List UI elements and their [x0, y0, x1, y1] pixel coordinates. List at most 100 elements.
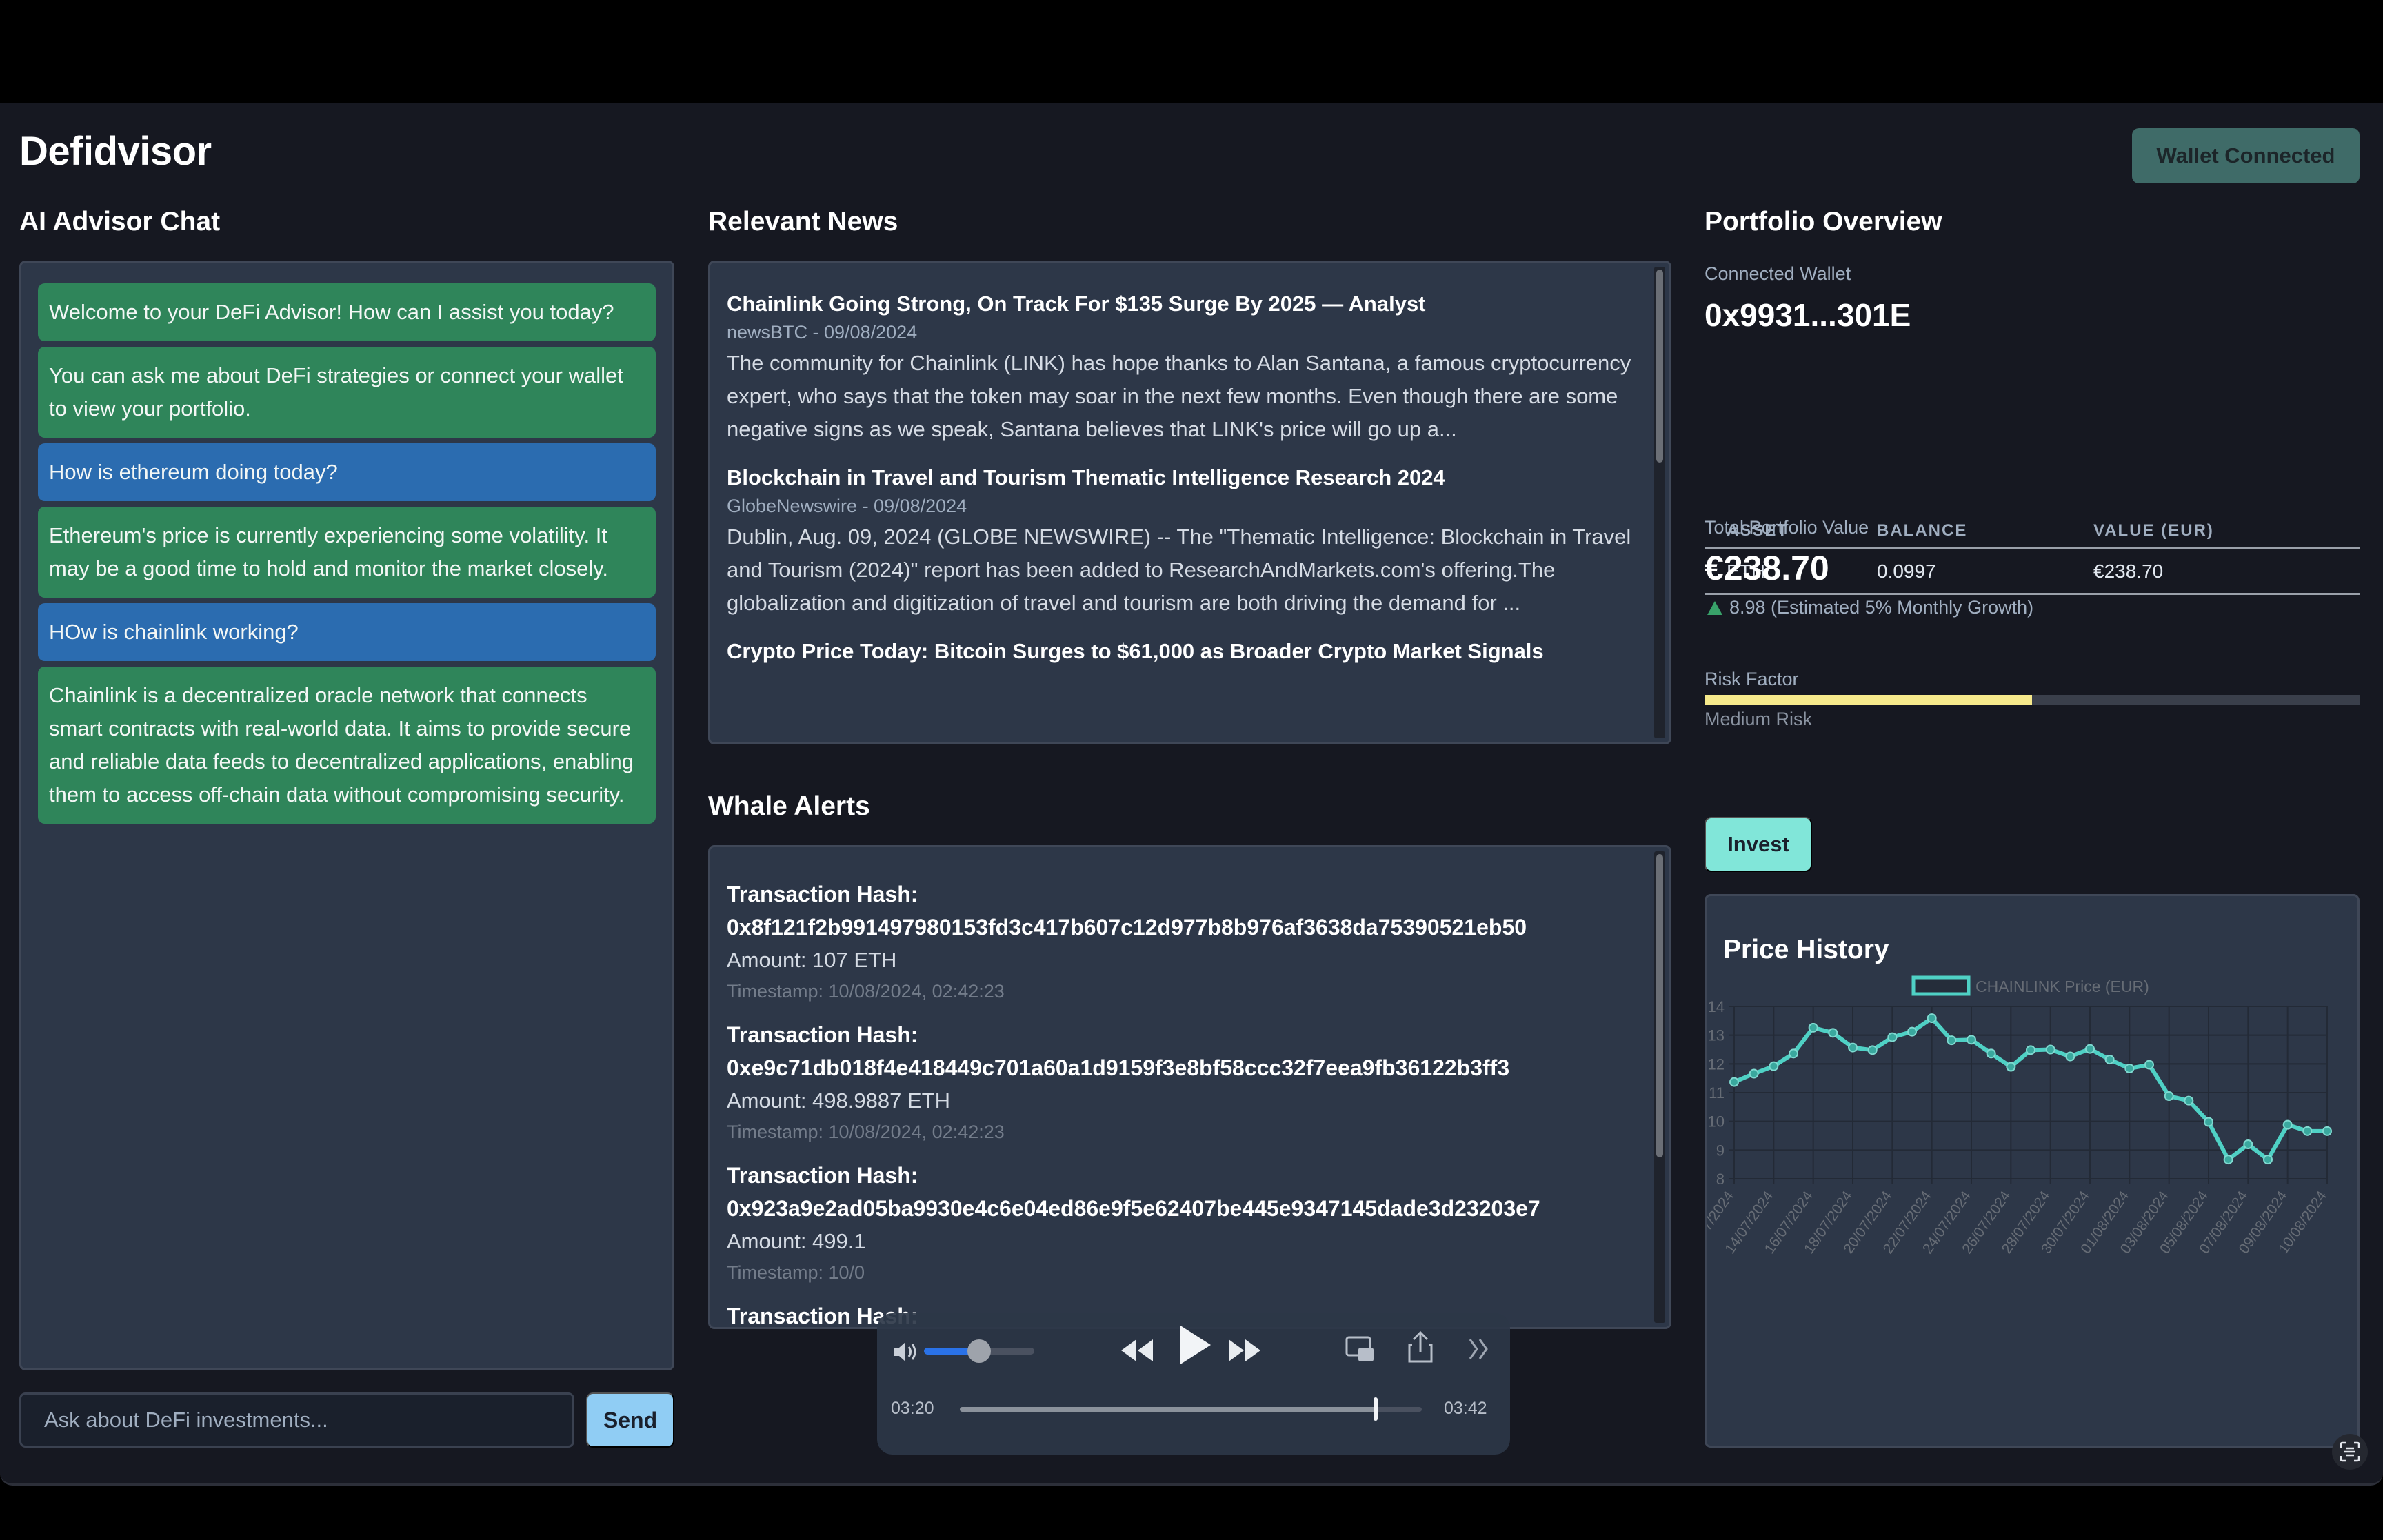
chat-input-placeholder: Ask about DeFi investments...: [44, 1408, 328, 1432]
transaction-amount: Amount: 107 ETH: [727, 948, 897, 972]
total-value: €238.70: [1705, 549, 1829, 587]
legend-label: CHAINLINK Price (EUR): [1975, 977, 2149, 995]
news-scrollbar[interactable]: [1654, 267, 1665, 738]
elapsed-time: 03:20: [891, 1399, 934, 1418]
volume-slider[interactable]: [924, 1339, 1034, 1363]
y-tick-label: 8: [1716, 1171, 1725, 1188]
price-history-chart: 89101112131412/07/202414/07/202416/07/20…: [1707, 975, 2332, 1257]
y-tick-label: 13: [1708, 1027, 1725, 1044]
news-meta: GlobeNewswire - 09/08/2024: [727, 496, 967, 516]
transaction-hash: 0x8f121f2b991497980153fd3c417b607c12d977…: [727, 915, 1527, 940]
wallet-label: Connected Wallet: [1705, 263, 1851, 284]
screen-capture-button[interactable]: [2332, 1434, 2368, 1470]
seek-bar[interactable]: [960, 1397, 1422, 1421]
chart-title: Price History: [1723, 935, 1889, 964]
y-tick-label: 10: [1708, 1113, 1725, 1131]
app-window: Defidvisor Wallet Connected AI Advisor C…: [0, 103, 2383, 1486]
wallet-connected-button[interactable]: Wallet Connected: [2132, 128, 2360, 183]
risk-label: Risk Factor: [1705, 669, 1799, 689]
whale-alert-item: Transaction Hash: 0x923a9e2ad05ba9930e4c6…: [727, 1159, 1653, 1287]
price-point: [1907, 1026, 1917, 1037]
remaining-time: 03:42: [1444, 1399, 1487, 1418]
price-point: [2144, 1060, 2154, 1070]
news-title: Crypto Price Today: Bitcoin Surges to $6…: [727, 639, 1544, 663]
rewind-icon[interactable]: [1118, 1335, 1156, 1369]
news-title: Chainlink Going Strong, On Track For $13…: [727, 292, 1426, 316]
whale-scrollbar[interactable]: [1654, 851, 1665, 1323]
more-controls-icon[interactable]: [1467, 1337, 1491, 1365]
price-point: [1808, 1022, 1818, 1033]
price-point: [2006, 1062, 2016, 1072]
cell-balance: 0.0997: [1877, 560, 1936, 582]
price-point: [1867, 1045, 1878, 1055]
transaction-timestamp: Timestamp: 10/08/2024, 02:42:23: [727, 1122, 1005, 1142]
volume-icon[interactable]: [891, 1338, 918, 1369]
total-value-label: Total Portfolio Value: [1705, 517, 1869, 538]
price-point: [1769, 1061, 1779, 1071]
whale-alerts-list[interactable]: Transaction Hash: 0x8f121f2b991497980153f…: [708, 845, 1671, 1329]
whale-heading: Whale Alerts: [708, 791, 870, 821]
news-meta: newsBTC - 09/08/2024: [727, 322, 918, 343]
chat-input[interactable]: Ask about DeFi investments...: [19, 1392, 574, 1448]
price-point: [2065, 1051, 2075, 1062]
price-point: [1986, 1048, 1996, 1059]
y-tick-label: 11: [1709, 1084, 1725, 1102]
news-heading: Relevant News: [708, 207, 898, 236]
price-point: [1887, 1032, 1898, 1042]
price-point: [1947, 1035, 1957, 1046]
invest-button[interactable]: Invest: [1705, 817, 1812, 872]
transaction-hash-label: Transaction Hash:: [727, 882, 918, 906]
whale-alert-item: Transaction Hash: 0x8f121f2b991497980153f…: [727, 878, 1653, 1006]
cell-value: €238.70: [2093, 560, 2164, 582]
price-point: [2085, 1044, 2095, 1054]
news-item[interactable]: Chainlink Going Strong, On Track For $13…: [727, 290, 1653, 446]
header-value: VALUE (EUR): [2093, 520, 2214, 540]
price-point: [2124, 1064, 2135, 1073]
y-tick-label: 14: [1708, 998, 1725, 1015]
price-point: [2302, 1126, 2313, 1136]
transaction-hash-label: Transaction Hash:: [727, 1163, 918, 1188]
advisor-message: Chainlink is a decentralized oracle netw…: [38, 667, 656, 824]
price-point: [2223, 1155, 2233, 1165]
news-item[interactable]: Crypto Price Today: Bitcoin Surges to $6…: [727, 638, 1653, 665]
seek-fill: [960, 1407, 1376, 1412]
news-title: Blockchain in Travel and Tourism Themati…: [727, 465, 1445, 489]
transaction-hash: 0x923a9e2ad05ba9930e4c6e04ed86e9f5e62407…: [727, 1196, 1540, 1221]
up-arrow-icon: [1707, 600, 1722, 615]
whale-alert-item: Transaction Hash: 0xe9c71db018f4e418449c7…: [727, 1018, 1653, 1146]
whale-scroll-thumb[interactable]: [1656, 854, 1663, 1157]
price-point: [2282, 1119, 2293, 1130]
header-balance: BALANCE: [1877, 520, 1968, 540]
risk-bar: [1705, 695, 2360, 705]
play-icon[interactable]: [1175, 1324, 1214, 1369]
user-message: How is ethereum doing today?: [38, 443, 656, 501]
transaction-hash-label: Transaction Hash:: [727, 1022, 918, 1047]
news-list[interactable]: Chainlink Going Strong, On Track For $13…: [708, 261, 1671, 744]
chat-messages[interactable]: Welcome to your DeFi Advisor! How can I …: [19, 261, 674, 1370]
price-point: [1967, 1035, 1976, 1045]
price-point: [2322, 1126, 2332, 1136]
volume-knob[interactable]: [967, 1339, 991, 1363]
news-description: The community for Chainlink (LINK) has h…: [727, 351, 1631, 441]
price-point: [1828, 1028, 1838, 1038]
price-point: [1848, 1042, 1858, 1053]
growth-indicator: 8.98 (Estimated 5% Monthly Growth): [1707, 597, 2033, 618]
portfolio-heading: Portfolio Overview: [1705, 207, 1942, 236]
transaction-hash: 0xe9c71db018f4e418449c701a60a1d9159f3e8b…: [727, 1055, 1510, 1080]
y-tick-label: 12: [1708, 1055, 1725, 1073]
fast-forward-icon[interactable]: [1226, 1335, 1263, 1369]
price-point: [2026, 1045, 2035, 1055]
news-item[interactable]: Blockchain in Travel and Tourism Themati…: [727, 464, 1653, 620]
news-scroll-thumb[interactable]: [1656, 270, 1663, 463]
share-icon[interactable]: [1407, 1330, 1434, 1368]
price-point: [1789, 1048, 1798, 1059]
advisor-message: Ethereum's price is currently experienci…: [38, 507, 656, 598]
seek-handle[interactable]: [1374, 1397, 1378, 1421]
send-button[interactable]: Send: [586, 1392, 674, 1448]
picture-in-picture-icon[interactable]: [1345, 1334, 1376, 1369]
media-player-overlay: 03:20 03:42: [877, 1313, 1510, 1455]
risk-bar-fill: [1705, 695, 2032, 705]
price-point: [2184, 1095, 2194, 1106]
legend-swatch: [1911, 975, 1971, 996]
risk-text: Medium Risk: [1705, 709, 1813, 729]
